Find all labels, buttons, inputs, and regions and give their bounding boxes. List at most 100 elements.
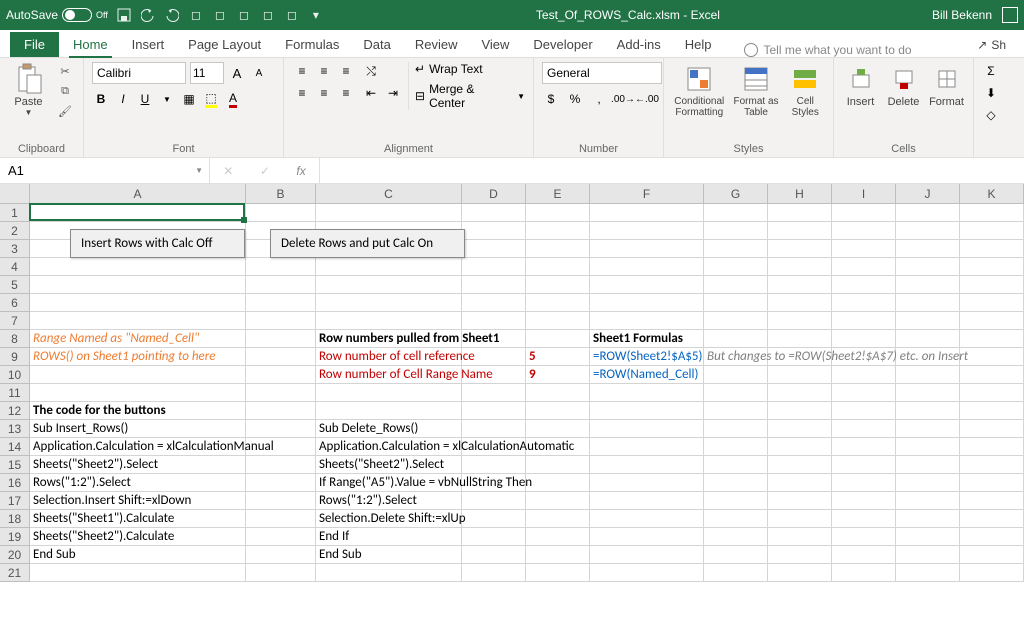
cell[interactable] bbox=[704, 294, 768, 312]
cell[interactable] bbox=[896, 510, 960, 528]
cell[interactable] bbox=[896, 420, 960, 438]
cell[interactable] bbox=[768, 330, 832, 348]
cell[interactable] bbox=[960, 456, 1024, 474]
cell[interactable] bbox=[590, 528, 704, 546]
cell[interactable] bbox=[316, 564, 462, 582]
cell[interactable] bbox=[246, 546, 316, 564]
cell[interactable] bbox=[832, 204, 896, 222]
format-cells-button[interactable]: Format bbox=[928, 62, 965, 108]
cell-content[interactable]: Row number of cell reference bbox=[316, 348, 478, 366]
cell[interactable] bbox=[590, 222, 704, 240]
font-size-select[interactable] bbox=[190, 62, 224, 84]
cell[interactable] bbox=[704, 546, 768, 564]
cell[interactable] bbox=[590, 258, 704, 276]
merge-center-button[interactable]: ⊟ Merge & Center ▼ bbox=[415, 82, 525, 110]
cell-content[interactable]: If Range("A5").Value = vbNullString Then bbox=[316, 474, 535, 492]
tab-developer[interactable]: Developer bbox=[521, 32, 604, 57]
autosave-toggle[interactable]: AutoSave Off bbox=[6, 8, 108, 22]
decrease-decimal-icon[interactable]: ←.00 bbox=[638, 90, 656, 108]
cell[interactable] bbox=[30, 312, 246, 330]
tab-formulas[interactable]: Formulas bbox=[273, 32, 351, 57]
cell[interactable] bbox=[526, 402, 590, 420]
decrease-font-icon[interactable]: A bbox=[250, 64, 268, 82]
cell[interactable] bbox=[704, 384, 768, 402]
cell[interactable] bbox=[704, 564, 768, 582]
cell[interactable] bbox=[590, 402, 704, 420]
align-bottom-icon[interactable]: ≡ bbox=[336, 62, 356, 80]
cell[interactable] bbox=[896, 240, 960, 258]
cell[interactable] bbox=[704, 276, 768, 294]
border-icon[interactable]: ▦ bbox=[180, 90, 198, 108]
qat-dropdown-icon[interactable]: ▾ bbox=[308, 7, 324, 23]
cell[interactable] bbox=[768, 276, 832, 294]
cell[interactable] bbox=[462, 294, 526, 312]
cell[interactable] bbox=[526, 474, 590, 492]
cell[interactable] bbox=[316, 258, 462, 276]
cell[interactable] bbox=[590, 474, 704, 492]
cell-content[interactable]: Sheets("Sheet2").Select bbox=[316, 456, 447, 474]
cell[interactable] bbox=[896, 384, 960, 402]
cell[interactable] bbox=[704, 510, 768, 528]
cell[interactable] bbox=[246, 402, 316, 420]
cell[interactable] bbox=[832, 312, 896, 330]
cell[interactable] bbox=[704, 312, 768, 330]
cell[interactable] bbox=[246, 384, 316, 402]
row-header[interactable]: 17 bbox=[0, 492, 30, 510]
cell[interactable] bbox=[462, 258, 526, 276]
column-header[interactable]: B bbox=[246, 184, 316, 204]
cell[interactable] bbox=[526, 492, 590, 510]
row-header[interactable]: 6 bbox=[0, 294, 30, 312]
cell[interactable] bbox=[832, 240, 896, 258]
chevron-down-icon[interactable]: ▼ bbox=[158, 90, 176, 108]
cell[interactable] bbox=[832, 438, 896, 456]
cell[interactable] bbox=[526, 294, 590, 312]
delete-cells-button[interactable]: Delete bbox=[885, 62, 922, 108]
cell[interactable] bbox=[704, 528, 768, 546]
cell[interactable] bbox=[768, 510, 832, 528]
cell[interactable] bbox=[896, 312, 960, 330]
cell[interactable] bbox=[704, 330, 768, 348]
cell[interactable] bbox=[704, 204, 768, 222]
cell[interactable] bbox=[960, 330, 1024, 348]
row-header[interactable]: 14 bbox=[0, 438, 30, 456]
cell[interactable] bbox=[526, 384, 590, 402]
cell[interactable] bbox=[768, 366, 832, 384]
cell[interactable] bbox=[768, 564, 832, 582]
row-header[interactable]: 11 bbox=[0, 384, 30, 402]
cell[interactable] bbox=[462, 402, 526, 420]
qat-icon[interactable]: ◻ bbox=[284, 7, 300, 23]
cell-styles-button[interactable]: Cell Styles bbox=[786, 62, 825, 118]
row-header[interactable]: 13 bbox=[0, 420, 30, 438]
save-icon[interactable] bbox=[116, 7, 132, 23]
cell-content[interactable]: Row numbers pulled from Sheet1 bbox=[316, 330, 502, 348]
cell[interactable] bbox=[832, 456, 896, 474]
cell[interactable] bbox=[30, 384, 246, 402]
share-button[interactable]: ↗ Sh bbox=[969, 33, 1014, 57]
cell[interactable] bbox=[462, 204, 526, 222]
cell-content[interactable]: Rows("1:2").Select bbox=[30, 474, 134, 492]
cell-content[interactable]: =ROW(Named_Cell) bbox=[590, 366, 701, 384]
orientation-icon[interactable]: ⤭ bbox=[362, 62, 380, 80]
increase-decimal-icon[interactable]: .00→ bbox=[614, 90, 632, 108]
cell[interactable] bbox=[832, 474, 896, 492]
increase-font-icon[interactable]: A bbox=[228, 64, 246, 82]
cell[interactable] bbox=[246, 492, 316, 510]
cell[interactable] bbox=[896, 528, 960, 546]
cell[interactable] bbox=[462, 384, 526, 402]
cell[interactable] bbox=[768, 402, 832, 420]
cell[interactable] bbox=[526, 276, 590, 294]
tab-page-layout[interactable]: Page Layout bbox=[176, 32, 273, 57]
cell-content[interactable]: Sheets("Sheet1").Calculate bbox=[30, 510, 177, 528]
undo-icon[interactable] bbox=[140, 7, 156, 23]
comma-format-icon[interactable]: , bbox=[590, 90, 608, 108]
cell[interactable] bbox=[768, 204, 832, 222]
cell[interactable] bbox=[704, 474, 768, 492]
ribbon-options-icon[interactable] bbox=[1002, 7, 1018, 23]
cell[interactable] bbox=[832, 366, 896, 384]
cell[interactable] bbox=[30, 564, 246, 582]
worksheet-grid[interactable]: ABCDEFGHIJKL 123456789101112131415161718… bbox=[0, 184, 1024, 638]
column-header[interactable]: K bbox=[960, 184, 1024, 204]
cell[interactable] bbox=[960, 402, 1024, 420]
tab-add-ins[interactable]: Add-ins bbox=[605, 32, 673, 57]
cell[interactable] bbox=[896, 258, 960, 276]
